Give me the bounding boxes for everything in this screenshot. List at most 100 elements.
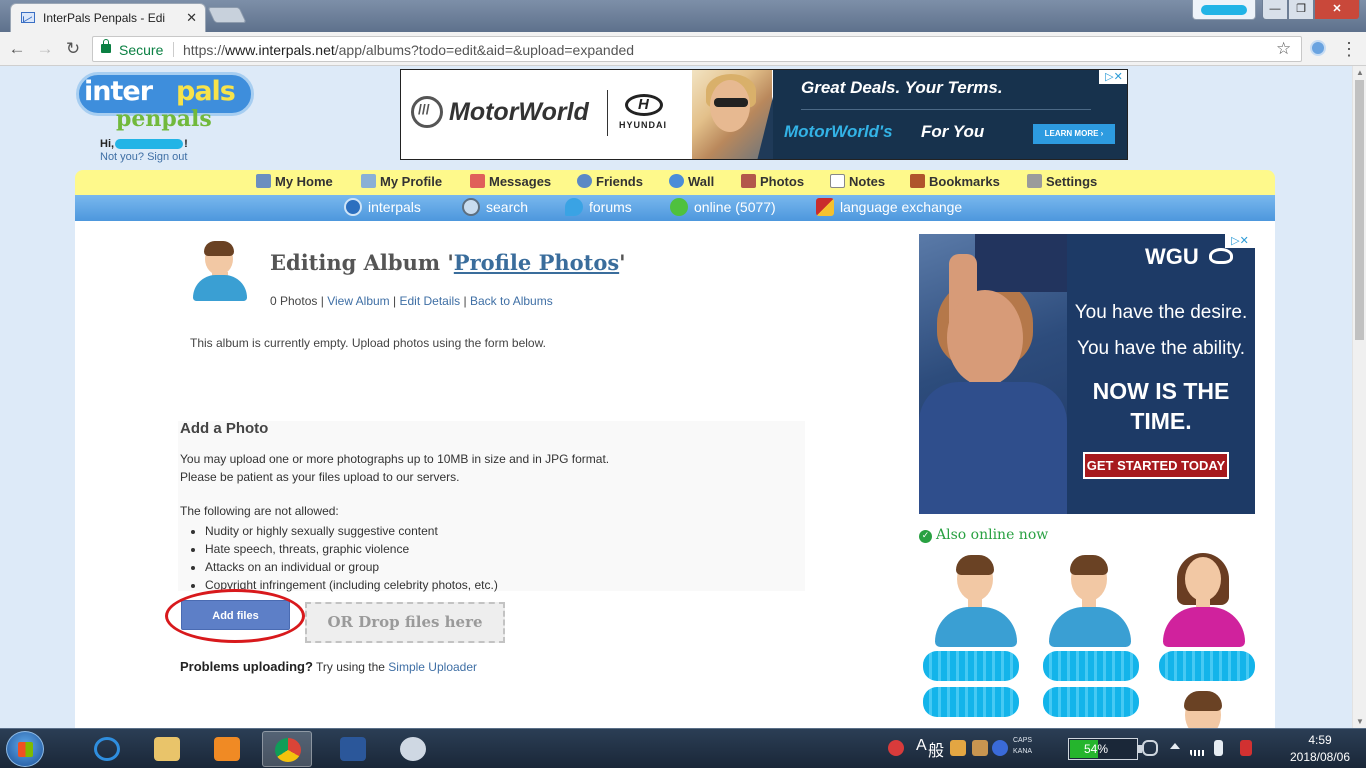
action-center-flag-icon[interactable] [1240, 740, 1252, 756]
browser-profile-button[interactable] [1192, 0, 1256, 20]
nav-photos[interactable]: Photos [741, 174, 804, 189]
nav-search[interactable]: search [462, 198, 528, 216]
power-plug-icon[interactable] [1142, 740, 1158, 756]
address-bar[interactable]: Secure https://www.interpals.net/app/alb… [92, 36, 1302, 62]
nav-label: My Home [275, 174, 333, 189]
ad-headline: NOW IS THE TIME. [1092, 378, 1230, 434]
ime-mode[interactable]: A [916, 737, 927, 755]
interpals-logo[interactable]: inter pals penpals [76, 70, 256, 134]
extension-icon[interactable] [1310, 40, 1326, 56]
url-path: /app/albums?todo=edit&aid=&upload=expand… [334, 42, 635, 58]
nav-interpals[interactable]: interpals [344, 198, 421, 216]
tab-close-icon[interactable]: ✕ [186, 10, 197, 26]
show-hidden-icons-icon[interactable] [1170, 743, 1180, 749]
title-prefix: Editing Album ' [270, 250, 454, 275]
online-user-avatar[interactable] [931, 555, 1021, 657]
nav-notes[interactable]: Notes [830, 174, 885, 189]
file-drop-zone[interactable]: OR Drop files here [305, 602, 505, 643]
taskbar-paint[interactable] [388, 731, 438, 767]
ime-tool-icon[interactable] [950, 740, 966, 756]
wgu-side-ad[interactable]: WGU You have the desire. You have the ab… [919, 234, 1255, 514]
taskbar-explorer[interactable] [142, 731, 192, 767]
online-now-heading: ✓ Also online now [919, 527, 1048, 543]
avatar-body [1049, 607, 1131, 647]
notes-icon [830, 174, 845, 188]
nav-bookmarks[interactable]: Bookmarks [910, 174, 1000, 189]
avatar-body [1163, 607, 1245, 647]
get-started-button[interactable]: GET STARTED TODAY [1083, 452, 1229, 479]
primary-nav: My Home My Profile Messages Friends Wall… [75, 170, 1275, 195]
online-user-avatar[interactable] [1045, 555, 1135, 657]
volume-icon[interactable] [1214, 740, 1223, 756]
close-window-button[interactable]: ✕ [1314, 0, 1360, 20]
reload-button[interactable]: ↻ [62, 38, 84, 60]
start-button[interactable] [6, 731, 44, 767]
nav-label: interpals [368, 199, 421, 215]
page-scrollbar[interactable]: ▲ ▼ [1352, 66, 1366, 728]
browser-toolbar: ← → ↻ Secure https://www.interpals.net/a… [0, 32, 1366, 66]
nav-my-profile[interactable]: My Profile [361, 174, 442, 189]
forward-button[interactable]: → [34, 38, 56, 60]
forums-icon [565, 198, 583, 216]
nav-label: My Profile [380, 174, 443, 189]
simple-uploader-link[interactable]: Simple Uploader [388, 660, 477, 674]
network-signal-icon[interactable] [1190, 740, 1206, 756]
clock-time[interactable]: 4:59 [1274, 733, 1366, 747]
view-album-link[interactable]: View Album [327, 294, 389, 308]
maximize-button[interactable]: ❐ [1288, 0, 1314, 20]
redacted-online-username [1043, 651, 1139, 681]
taskbar-ie[interactable] [82, 731, 132, 767]
ime-kanji[interactable]: 般 [928, 737, 944, 761]
scroll-up-arrow-icon[interactable]: ▲ [1356, 68, 1364, 77]
minimize-button[interactable]: — [1262, 0, 1288, 20]
nav-forums[interactable]: forums [565, 198, 632, 216]
avatar-hair [204, 241, 234, 256]
battery-meter[interactable]: 54% [1068, 738, 1142, 760]
media-player-icon [214, 737, 240, 761]
back-button[interactable]: ← [6, 38, 28, 60]
nav-settings[interactable]: Settings [1027, 174, 1097, 189]
browser-menu-icon[interactable]: ⋮ [1340, 37, 1358, 61]
redacted-username [115, 139, 184, 150]
nav-messages[interactable]: Messages [470, 174, 551, 189]
separator: | [393, 294, 397, 308]
photo-sunglasses [714, 98, 748, 107]
album-name-link[interactable]: Profile Photos [454, 250, 619, 275]
nav-online[interactable]: online (5077) [670, 198, 776, 216]
home-icon [256, 174, 271, 188]
battery-percent: 54% [1083, 742, 1109, 756]
back-to-albums-link[interactable]: Back to Albums [470, 294, 553, 308]
adchoices-icon[interactable]: ▷✕ [1099, 70, 1127, 84]
tab-interpals[interactable]: InterPals Penpals - Edi ✕ [10, 3, 206, 32]
taskbar-word[interactable] [328, 731, 378, 767]
online-now-label: Also online now [936, 527, 1049, 543]
edit-details-link[interactable]: Edit Details [399, 294, 460, 308]
taskbar-chrome[interactable] [262, 731, 312, 767]
learn-more-button[interactable]: LEARN MORE › [1033, 124, 1115, 144]
globe-icon [344, 198, 362, 216]
scroll-down-arrow-icon[interactable]: ▼ [1356, 717, 1364, 726]
nav-friends[interactable]: Friends [577, 174, 643, 189]
url-text[interactable]: https://www.interpals.net/app/albums?tod… [183, 42, 634, 58]
sign-out-link[interactable]: Not you? Sign out [100, 151, 187, 163]
new-tab-button[interactable] [207, 7, 247, 23]
photos-icon [741, 174, 756, 188]
ad-photo-gown [919, 382, 1067, 514]
scroll-thumb[interactable] [1355, 80, 1364, 340]
adchoices-icon[interactable]: ▷✕ [1225, 234, 1255, 248]
ad-headline-rule [801, 109, 1091, 110]
internet-explorer-icon [94, 737, 120, 761]
clock-date[interactable]: 2018/08/06 [1274, 750, 1366, 764]
online-user-avatar[interactable] [1159, 691, 1249, 728]
motorworld-banner-ad[interactable]: MotorWorld HYUNDAI Great Deals. Your Ter… [400, 69, 1128, 160]
ime-dictionary-icon[interactable] [972, 740, 988, 756]
online-user-avatar[interactable] [1159, 553, 1249, 657]
nav-wall[interactable]: Wall [669, 174, 714, 189]
bookmark-star-icon[interactable]: ☆ [1276, 39, 1291, 59]
nav-language-exchange[interactable]: language exchange [816, 198, 962, 216]
help-icon[interactable] [992, 740, 1008, 756]
taskbar-media-player[interactable] [202, 731, 252, 767]
tray-app-icon[interactable] [888, 740, 904, 756]
nav-my-home[interactable]: My Home [256, 174, 333, 189]
profile-icon [361, 174, 376, 188]
